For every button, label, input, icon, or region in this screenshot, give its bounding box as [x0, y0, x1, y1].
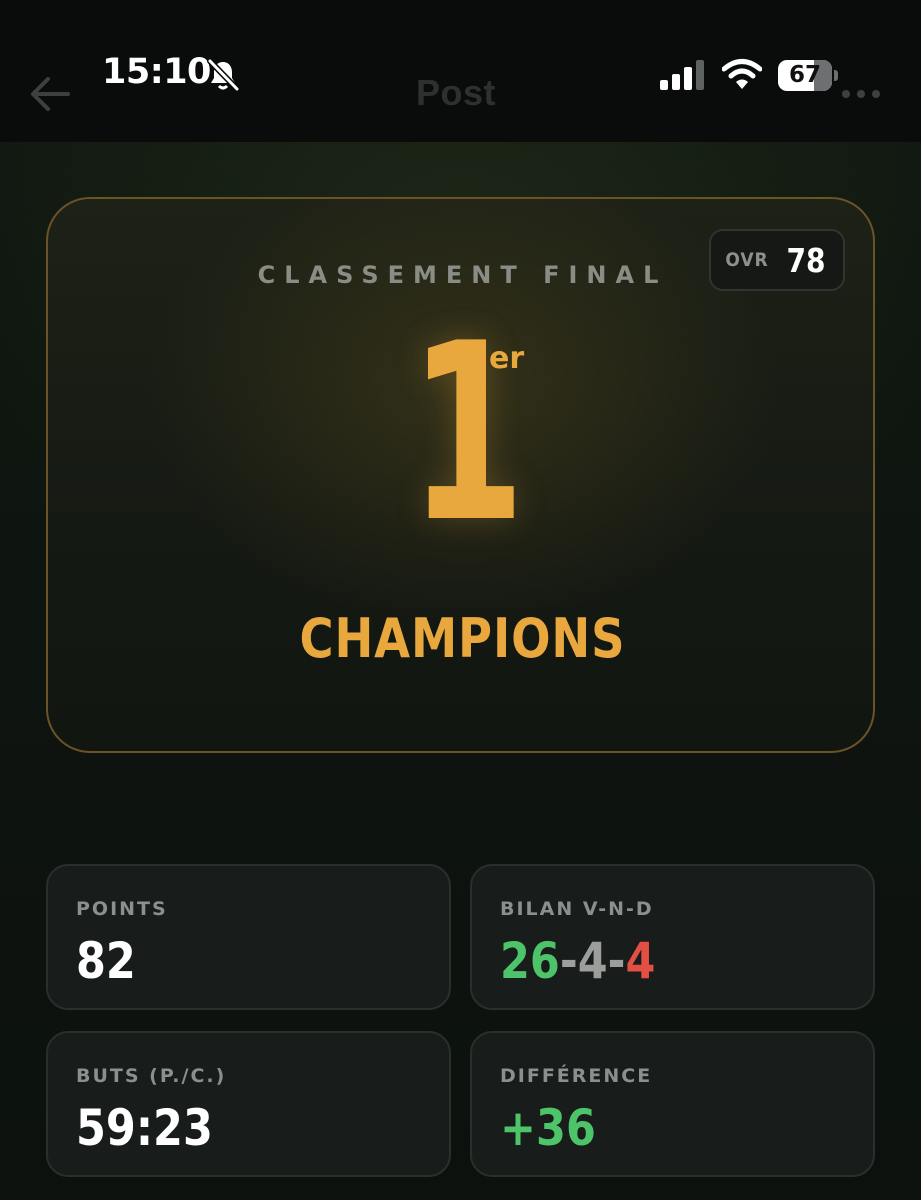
- record-draws: 4: [577, 932, 608, 990]
- wifi-icon: [722, 59, 762, 89]
- standing-heading: CLASSEMENT FINAL: [257, 261, 668, 289]
- more-dots-icon[interactable]: [842, 90, 880, 98]
- bell-slash-icon: [207, 58, 240, 92]
- battery-icon: 67: [778, 60, 838, 91]
- points-label: POINTS: [76, 898, 168, 920]
- difference-label: DIFFÉRENCE: [500, 1065, 653, 1087]
- record-separator: -: [607, 932, 626, 990]
- goals-card: BUTS (P./C.) 59:23: [46, 1031, 451, 1177]
- record-losses: 4: [625, 932, 656, 990]
- record-separator: -: [559, 932, 578, 990]
- rank-number: 1: [409, 291, 526, 576]
- rank-display: 1 er: [48, 311, 873, 559]
- nav-title: Post: [416, 72, 497, 113]
- record-label: BILAN V-N-D: [500, 898, 654, 920]
- cellular-signal-icon: [660, 60, 704, 90]
- record-value: 26-4-4: [500, 932, 655, 990]
- final-standing-card: OVR 78 CLASSEMENT FINAL 1 er CHAMPIONS: [46, 197, 875, 753]
- points-value: 82: [76, 932, 136, 990]
- goals-label: BUTS (P./C.): [76, 1065, 227, 1087]
- arrow-left-icon[interactable]: [28, 74, 72, 114]
- difference-card: DIFFÉRENCE +36: [470, 1031, 875, 1177]
- status-time: 15:10: [102, 52, 211, 92]
- goals-value: 59:23: [76, 1099, 213, 1157]
- difference-value: +36: [500, 1099, 596, 1157]
- season-summary-screen: Post 15:10 67 OVR 78 CLASSEMENT FINAL 1 …: [0, 0, 921, 1200]
- record-wins: 26: [500, 932, 560, 990]
- battery-level: 67: [788, 62, 821, 88]
- champions-title: CHAMPIONS: [299, 607, 626, 670]
- top-bar: Post 15:10 67: [0, 0, 921, 142]
- record-card: BILAN V-N-D 26-4-4: [470, 864, 875, 1010]
- rank-suffix: er: [489, 341, 525, 376]
- points-card: POINTS 82: [46, 864, 451, 1010]
